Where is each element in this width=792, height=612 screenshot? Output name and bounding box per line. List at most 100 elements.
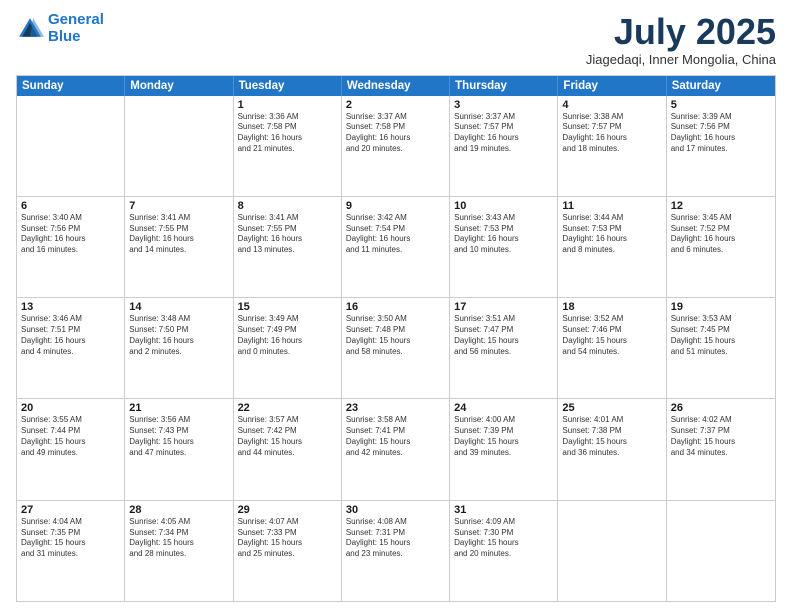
day-info: Sunrise: 3:41 AM Sunset: 7:55 PM Dayligh…	[129, 213, 228, 256]
day-info: Sunrise: 4:00 AM Sunset: 7:39 PM Dayligh…	[454, 415, 553, 458]
day-info: Sunrise: 3:41 AM Sunset: 7:55 PM Dayligh…	[238, 213, 337, 256]
calendar-cell: 2Sunrise: 3:37 AM Sunset: 7:58 PM Daylig…	[342, 96, 450, 196]
day-number: 12	[671, 200, 771, 212]
day-info: Sunrise: 3:37 AM Sunset: 7:58 PM Dayligh…	[346, 112, 445, 155]
day-info: Sunrise: 3:44 AM Sunset: 7:53 PM Dayligh…	[562, 213, 661, 256]
day-info: Sunrise: 3:39 AM Sunset: 7:56 PM Dayligh…	[671, 112, 771, 155]
day-number: 2	[346, 99, 445, 111]
day-info: Sunrise: 4:09 AM Sunset: 7:30 PM Dayligh…	[454, 517, 553, 560]
day-number: 22	[238, 402, 337, 414]
calendar-cell: 16Sunrise: 3:50 AM Sunset: 7:48 PM Dayli…	[342, 298, 450, 398]
day-info: Sunrise: 3:55 AM Sunset: 7:44 PM Dayligh…	[21, 415, 120, 458]
day-header-saturday: Saturday	[667, 76, 775, 96]
day-header-wednesday: Wednesday	[342, 76, 450, 96]
day-info: Sunrise: 3:43 AM Sunset: 7:53 PM Dayligh…	[454, 213, 553, 256]
calendar-cell: 13Sunrise: 3:46 AM Sunset: 7:51 PM Dayli…	[17, 298, 125, 398]
day-number: 3	[454, 99, 553, 111]
calendar-cell: 28Sunrise: 4:05 AM Sunset: 7:34 PM Dayli…	[125, 501, 233, 601]
header: General Blue July 2025 Jiagedaqi, Inner …	[16, 12, 776, 67]
day-number: 11	[562, 200, 661, 212]
week-row-5: 27Sunrise: 4:04 AM Sunset: 7:35 PM Dayli…	[17, 501, 775, 601]
day-number: 28	[129, 504, 228, 516]
day-number: 7	[129, 200, 228, 212]
day-number: 21	[129, 402, 228, 414]
calendar-cell: 29Sunrise: 4:07 AM Sunset: 7:33 PM Dayli…	[234, 501, 342, 601]
day-number: 9	[346, 200, 445, 212]
logo: General Blue	[16, 12, 104, 45]
day-info: Sunrise: 4:07 AM Sunset: 7:33 PM Dayligh…	[238, 517, 337, 560]
main-title: July 2025	[586, 12, 776, 52]
day-number: 13	[21, 301, 120, 313]
day-number: 23	[346, 402, 445, 414]
day-number: 19	[671, 301, 771, 313]
calendar-header: SundayMondayTuesdayWednesdayThursdayFrid…	[17, 76, 775, 96]
title-block: July 2025 Jiagedaqi, Inner Mongolia, Chi…	[586, 12, 776, 67]
calendar-cell: 17Sunrise: 3:51 AM Sunset: 7:47 PM Dayli…	[450, 298, 558, 398]
day-number: 17	[454, 301, 553, 313]
week-row-2: 6Sunrise: 3:40 AM Sunset: 7:56 PM Daylig…	[17, 197, 775, 298]
calendar-cell: 26Sunrise: 4:02 AM Sunset: 7:37 PM Dayli…	[667, 399, 775, 499]
day-info: Sunrise: 3:58 AM Sunset: 7:41 PM Dayligh…	[346, 415, 445, 458]
day-number: 20	[21, 402, 120, 414]
day-info: Sunrise: 4:08 AM Sunset: 7:31 PM Dayligh…	[346, 517, 445, 560]
day-number: 30	[346, 504, 445, 516]
day-number: 15	[238, 301, 337, 313]
calendar-cell: 27Sunrise: 4:04 AM Sunset: 7:35 PM Dayli…	[17, 501, 125, 601]
day-header-thursday: Thursday	[450, 76, 558, 96]
calendar-cell: 18Sunrise: 3:52 AM Sunset: 7:46 PM Dayli…	[558, 298, 666, 398]
calendar: SundayMondayTuesdayWednesdayThursdayFrid…	[16, 75, 776, 602]
calendar-cell: 15Sunrise: 3:49 AM Sunset: 7:49 PM Dayli…	[234, 298, 342, 398]
calendar-cell: 19Sunrise: 3:53 AM Sunset: 7:45 PM Dayli…	[667, 298, 775, 398]
calendar-cell: 7Sunrise: 3:41 AM Sunset: 7:55 PM Daylig…	[125, 197, 233, 297]
day-info: Sunrise: 3:49 AM Sunset: 7:49 PM Dayligh…	[238, 314, 337, 357]
logo-line2: Blue	[48, 28, 81, 45]
day-info: Sunrise: 3:52 AM Sunset: 7:46 PM Dayligh…	[562, 314, 661, 357]
calendar-cell: 10Sunrise: 3:43 AM Sunset: 7:53 PM Dayli…	[450, 197, 558, 297]
day-info: Sunrise: 4:01 AM Sunset: 7:38 PM Dayligh…	[562, 415, 661, 458]
day-number: 5	[671, 99, 771, 111]
calendar-cell	[667, 501, 775, 601]
day-header-monday: Monday	[125, 76, 233, 96]
day-number: 29	[238, 504, 337, 516]
day-header-tuesday: Tuesday	[234, 76, 342, 96]
calendar-cell	[17, 96, 125, 196]
day-info: Sunrise: 3:53 AM Sunset: 7:45 PM Dayligh…	[671, 314, 771, 357]
calendar-cell: 22Sunrise: 3:57 AM Sunset: 7:42 PM Dayli…	[234, 399, 342, 499]
week-row-4: 20Sunrise: 3:55 AM Sunset: 7:44 PM Dayli…	[17, 399, 775, 500]
day-info: Sunrise: 3:40 AM Sunset: 7:56 PM Dayligh…	[21, 213, 120, 256]
day-info: Sunrise: 3:37 AM Sunset: 7:57 PM Dayligh…	[454, 112, 553, 155]
day-number: 8	[238, 200, 337, 212]
logo-line1: General	[48, 11, 104, 28]
calendar-cell: 25Sunrise: 4:01 AM Sunset: 7:38 PM Dayli…	[558, 399, 666, 499]
day-header-sunday: Sunday	[17, 76, 125, 96]
calendar-cell: 31Sunrise: 4:09 AM Sunset: 7:30 PM Dayli…	[450, 501, 558, 601]
week-row-3: 13Sunrise: 3:46 AM Sunset: 7:51 PM Dayli…	[17, 298, 775, 399]
day-info: Sunrise: 3:45 AM Sunset: 7:52 PM Dayligh…	[671, 213, 771, 256]
week-row-1: 1Sunrise: 3:36 AM Sunset: 7:58 PM Daylig…	[17, 96, 775, 197]
calendar-cell: 6Sunrise: 3:40 AM Sunset: 7:56 PM Daylig…	[17, 197, 125, 297]
logo-icon	[16, 15, 44, 43]
subtitle: Jiagedaqi, Inner Mongolia, China	[586, 52, 776, 67]
calendar-cell: 12Sunrise: 3:45 AM Sunset: 7:52 PM Dayli…	[667, 197, 775, 297]
day-info: Sunrise: 3:38 AM Sunset: 7:57 PM Dayligh…	[562, 112, 661, 155]
day-number: 16	[346, 301, 445, 313]
day-number: 14	[129, 301, 228, 313]
day-info: Sunrise: 3:56 AM Sunset: 7:43 PM Dayligh…	[129, 415, 228, 458]
day-number: 25	[562, 402, 661, 414]
day-number: 4	[562, 99, 661, 111]
day-info: Sunrise: 3:46 AM Sunset: 7:51 PM Dayligh…	[21, 314, 120, 357]
calendar-cell: 4Sunrise: 3:38 AM Sunset: 7:57 PM Daylig…	[558, 96, 666, 196]
calendar-cell: 5Sunrise: 3:39 AM Sunset: 7:56 PM Daylig…	[667, 96, 775, 196]
day-number: 26	[671, 402, 771, 414]
day-number: 18	[562, 301, 661, 313]
calendar-cell: 1Sunrise: 3:36 AM Sunset: 7:58 PM Daylig…	[234, 96, 342, 196]
logo-text: General Blue	[48, 12, 104, 45]
calendar-cell: 24Sunrise: 4:00 AM Sunset: 7:39 PM Dayli…	[450, 399, 558, 499]
calendar-body: 1Sunrise: 3:36 AM Sunset: 7:58 PM Daylig…	[17, 96, 775, 601]
calendar-cell: 14Sunrise: 3:48 AM Sunset: 7:50 PM Dayli…	[125, 298, 233, 398]
calendar-cell: 3Sunrise: 3:37 AM Sunset: 7:57 PM Daylig…	[450, 96, 558, 196]
calendar-cell: 11Sunrise: 3:44 AM Sunset: 7:53 PM Dayli…	[558, 197, 666, 297]
day-info: Sunrise: 4:04 AM Sunset: 7:35 PM Dayligh…	[21, 517, 120, 560]
day-number: 27	[21, 504, 120, 516]
day-info: Sunrise: 4:02 AM Sunset: 7:37 PM Dayligh…	[671, 415, 771, 458]
